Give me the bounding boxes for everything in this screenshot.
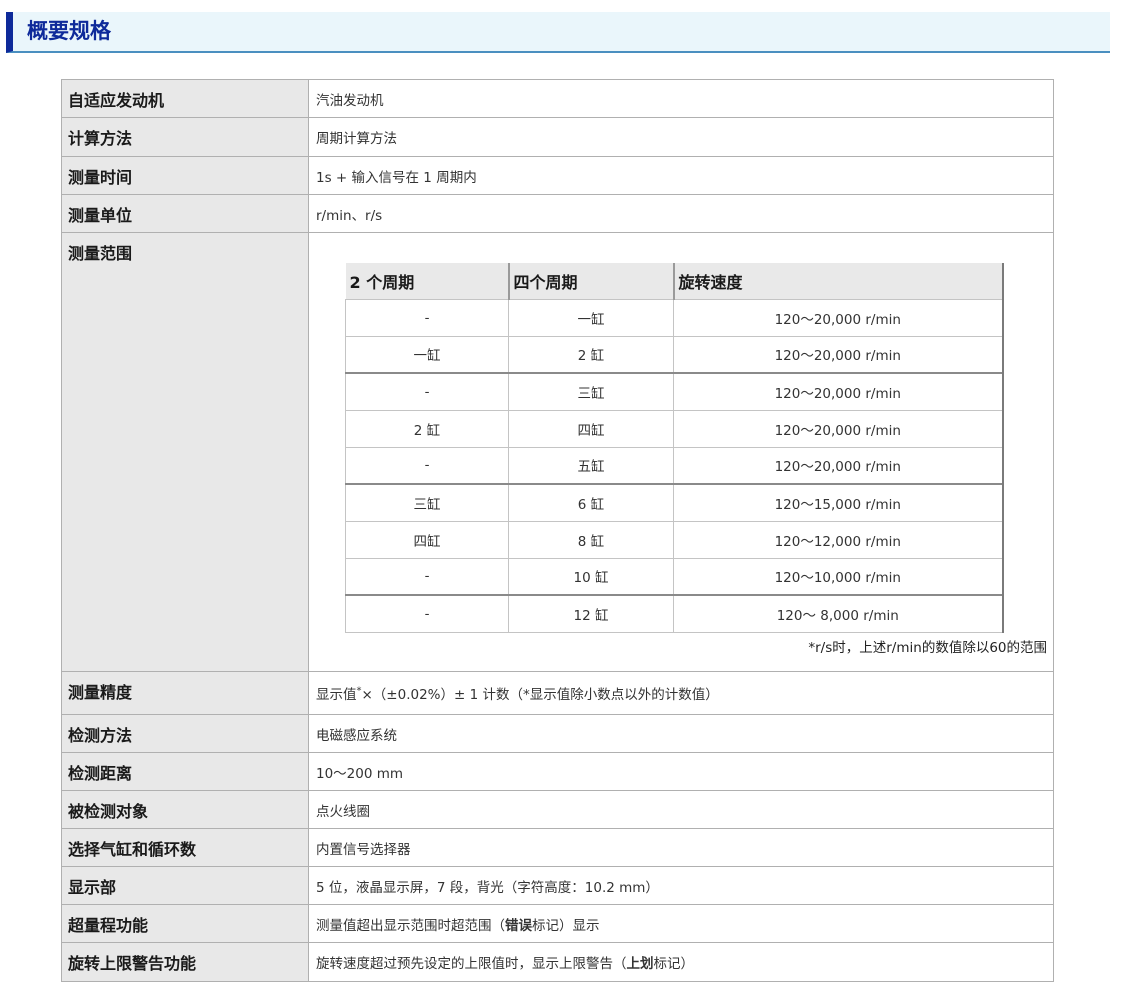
spec-value: 1s + 输入信号在 1 周期内 [308, 156, 1054, 195]
spec-label: 超量程功能 [61, 904, 309, 943]
range-note: *r/s时，上述r/min的数值除以60的范围 [808, 640, 1047, 656]
spec-value: 汽油发动机 [308, 79, 1054, 118]
spec-value: r/min、r/s [308, 194, 1054, 233]
range-cell: 120～20,000 r/min [673, 298, 1004, 337]
spec-value: 旋转速度超过预先设定的上限值时，显示上限警告（上划标记） [308, 942, 1054, 982]
spec-value-range: 2 个周期 四个周期 旋转速度 - 一缸 120～20,000 r/min 一缸… [308, 232, 1054, 672]
range-cell: 五缸 [508, 446, 674, 485]
range-header-cell: 2 个周期 [345, 263, 510, 299]
spec-label: 自适应发动机 [61, 79, 309, 118]
range-header-row: 2 个周期 四个周期 旋转速度 [345, 263, 1004, 299]
spec-label: 检测距离 [61, 752, 309, 791]
range-cell: 一缸 [508, 298, 674, 337]
overrange-suffix: 标记）显示 [532, 917, 600, 934]
range-row: - 五缸 120～20,000 r/min [345, 446, 1004, 485]
spec-label: 被检测对象 [61, 790, 309, 829]
spec-label: 旋转上限警告功能 [61, 942, 309, 982]
range-cell: 6 缸 [508, 483, 674, 522]
range-cell: 四缸 [345, 520, 509, 559]
upper-limit-prefix: 旋转速度超过预先设定的上限值时，显示上限警告（ [316, 956, 627, 972]
range-cell: 2 缸 [345, 409, 509, 448]
overrange-prefix: 测量值超出显示范围时超范围（ [316, 917, 505, 934]
spec-value: 点火线圈 [308, 790, 1054, 829]
spec-value: 周期计算方法 [308, 117, 1054, 157]
spec-value: 电磁感应系统 [308, 714, 1054, 753]
spec-label: 显示部 [61, 866, 309, 905]
spec-label: 测量精度 [61, 671, 309, 715]
spec-label: 选择气缸和循环数 [61, 828, 309, 867]
range-table-wrapper: 2 个周期 四个周期 旋转速度 - 一缸 120～20,000 r/min 一缸… [309, 233, 1053, 671]
accuracy-prefix: 显示值 [316, 687, 357, 703]
spec-row-time: 测量时间 1s + 输入信号在 1 周期内 [61, 156, 1054, 195]
range-row: 三缸 6 缸 120～15,000 r/min [345, 483, 1004, 522]
spec-row-distance: 检测距离 10～200 mm [61, 752, 1054, 791]
range-cell: 120～20,000 r/min [673, 446, 1004, 485]
spec-row-overrange: 超量程功能 测量值超出显示范围时超范围（错误标记）显示 [61, 904, 1054, 943]
range-table: 2 个周期 四个周期 旋转速度 - 一缸 120～20,000 r/min 一缸… [345, 263, 1004, 633]
range-cell: - [345, 557, 509, 596]
spec-row-accuracy: 测量精度 显示值*×（±0.02%）± 1 计数（*显示值除小数点以外的计数值） [61, 671, 1054, 715]
spec-value: 10～200 mm [308, 752, 1054, 791]
range-cell: - [345, 446, 509, 485]
spec-row-upper-limit: 旋转上限警告功能 旋转速度超过预先设定的上限值时，显示上限警告（上划标记） [61, 942, 1054, 982]
range-row: 2 缸 四缸 120～20,000 r/min [345, 409, 1004, 448]
spec-label: 测量单位 [61, 194, 309, 233]
section-header: 概要规格 [6, 12, 1110, 53]
range-cell: - [345, 298, 509, 337]
range-row: - 12 缸 120～ 8,000 r/min [345, 594, 1004, 633]
range-cell: 120～12,000 r/min [673, 520, 1004, 559]
range-cell: 三缸 [345, 483, 509, 522]
range-cell: 10 缸 [508, 557, 674, 596]
range-cell: 四缸 [508, 409, 674, 448]
page-title: 概要规格 [27, 19, 111, 43]
range-row: - 10 缸 120～10,000 r/min [345, 557, 1004, 596]
range-cell: 120～20,000 r/min [673, 372, 1004, 411]
spec-value: 显示值*×（±0.02%）± 1 计数（*显示值除小数点以外的计数值） [308, 671, 1054, 715]
spec-row-engine: 自适应发动机 汽油发动机 [61, 79, 1054, 118]
spec-label: 检测方法 [61, 714, 309, 753]
accuracy-suffix: ×（±0.02%）± 1 计数（*显示值除小数点以外的计数值） [361, 687, 719, 703]
range-cell: 2 缸 [508, 335, 674, 374]
spec-label: 测量范围 [61, 232, 309, 672]
range-cell: - [345, 372, 509, 411]
spec-row-cylinder: 选择气缸和循环数 内置信号选择器 [61, 828, 1054, 867]
spec-value: 测量值超出显示范围时超范围（错误标记）显示 [308, 904, 1054, 943]
spec-row-unit: 测量单位 r/min、r/s [61, 194, 1054, 233]
range-header-cell: 旋转速度 [673, 263, 1004, 299]
spec-row-detection: 检测方法 电磁感应系统 [61, 714, 1054, 753]
spec-row-object: 被检测对象 点火线圈 [61, 790, 1054, 829]
spec-value: 内置信号选择器 [308, 828, 1054, 867]
upper-limit-mark: 上划 [626, 956, 654, 972]
range-cell: 120～20,000 r/min [673, 335, 1004, 374]
range-row: 一缸 2 缸 120～20,000 r/min [345, 335, 1004, 374]
spec-label: 计算方法 [61, 117, 309, 157]
spec-table: 自适应发动机 汽油发动机 计算方法 周期计算方法 测量时间 1s + 输入信号在… [61, 79, 1054, 982]
spec-label: 测量时间 [61, 156, 309, 195]
upper-limit-suffix: 标记） [653, 956, 695, 972]
range-cell: 120～10,000 r/min [673, 557, 1004, 596]
spec-value: 5 位，液晶显示屏，7 段，背光（字符高度：10.2 mm） [308, 866, 1054, 905]
range-cell: 12 缸 [508, 594, 674, 633]
range-cell: 一缸 [345, 335, 509, 374]
spec-row-method: 计算方法 周期计算方法 [61, 117, 1054, 157]
spec-row-range: 测量范围 2 个周期 四个周期 旋转速度 - 一缸 120～20,000 r/m… [61, 232, 1054, 672]
range-row: 四缸 8 缸 120～12,000 r/min [345, 520, 1004, 559]
range-header-cell: 四个周期 [508, 263, 675, 299]
overrange-mark: 错误 [505, 917, 532, 934]
range-cell: - [345, 594, 509, 633]
range-cell: 三缸 [508, 372, 674, 411]
range-row: - 三缸 120～20,000 r/min [345, 372, 1004, 411]
range-row: - 一缸 120～20,000 r/min [345, 298, 1004, 337]
range-cell: 8 缸 [508, 520, 674, 559]
range-cell: 120～ 8,000 r/min [673, 594, 1004, 633]
range-cell: 120～20,000 r/min [673, 409, 1004, 448]
spec-row-display: 显示部 5 位，液晶显示屏，7 段，背光（字符高度：10.2 mm） [61, 866, 1054, 905]
range-cell: 120～15,000 r/min [673, 483, 1004, 522]
